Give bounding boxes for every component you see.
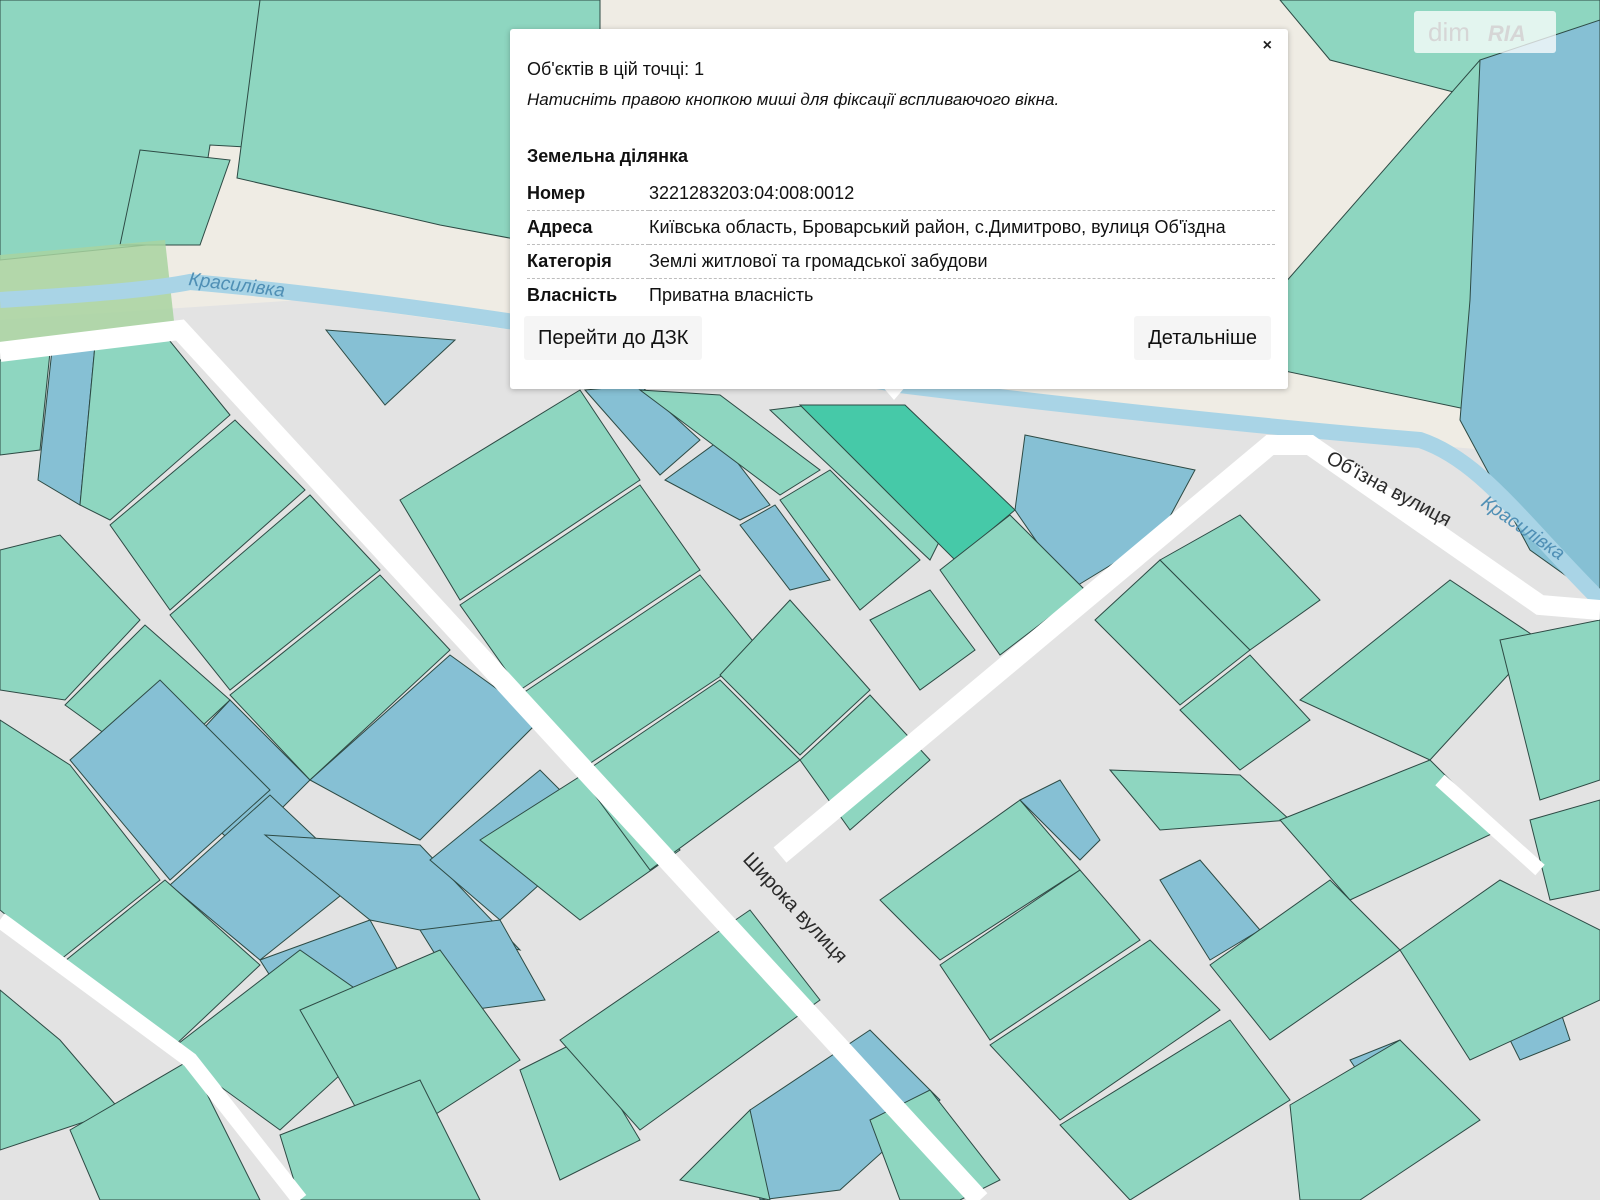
row-key: Категорія (527, 244, 649, 279)
section-title: Земельна ділянка (527, 146, 689, 166)
watermark-suffix: RIA (1487, 21, 1526, 46)
table-row: Категорія Землі житлової та громадської … (527, 244, 1275, 279)
table-row: Адреса Київська область, Броварський рай… (527, 210, 1275, 245)
brand-watermark: dim RIA (1414, 11, 1556, 53)
row-value: Приватна власність (649, 284, 814, 305)
objects-count: Об'єктів в цій точці: 1 (527, 59, 705, 79)
details-button[interactable]: Детальніше (1134, 316, 1271, 360)
go-to-dzk-button[interactable]: Перейти до ДЗК (524, 316, 703, 360)
popup-hint: Натисніть правою кнопкою миші для фіксац… (527, 90, 1060, 109)
parcel-info-table: Номер 3221283203:04:008:0012 Адреса Київ… (527, 177, 1275, 312)
row-key: Номер (527, 177, 649, 211)
table-row: Власність Приватна власність (527, 279, 1275, 313)
row-value: Київська область, Броварський район, с.Д… (649, 210, 1275, 245)
row-key: Власність (527, 284, 618, 305)
row-value: 3221283203:04:008:0012 (649, 177, 1275, 211)
row-key: Адреса (527, 210, 649, 245)
watermark-brand: dim (1428, 17, 1470, 47)
table-row: Номер 3221283203:04:008:0012 (527, 177, 1275, 211)
row-value: Землі житлової та громадської забудови (649, 244, 1275, 279)
close-icon[interactable]: × (1263, 37, 1272, 55)
parcel-info-popup: × Об'єктів в цій точці: 1 Натисніть прав… (510, 29, 1288, 389)
